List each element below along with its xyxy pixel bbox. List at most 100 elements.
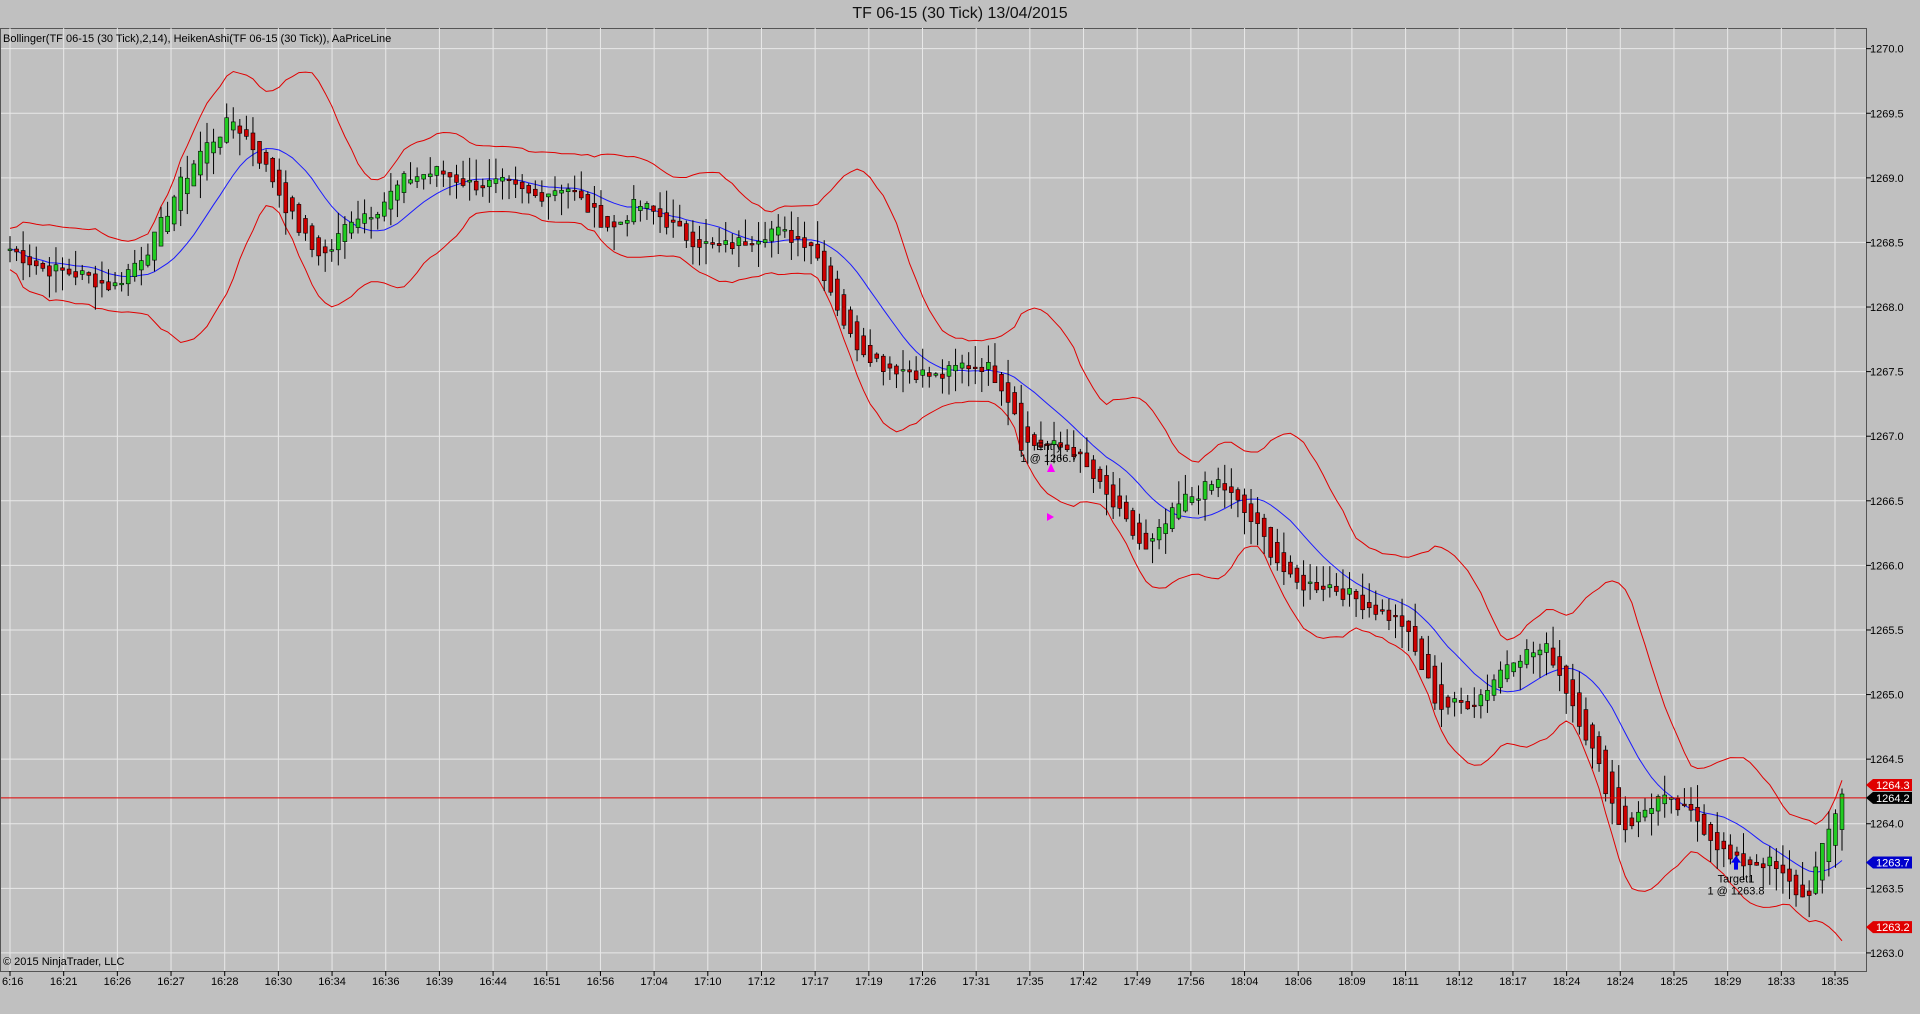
candle-body bbox=[7, 248, 13, 251]
candle bbox=[618, 221, 623, 225]
y-tick-label: 1270.0 bbox=[1870, 44, 1904, 56]
candle-body bbox=[1281, 552, 1287, 573]
candle-body bbox=[106, 281, 111, 291]
candle-body bbox=[1064, 444, 1070, 451]
candle bbox=[1130, 507, 1136, 540]
candle-body bbox=[966, 365, 971, 370]
candle-body bbox=[624, 220, 630, 224]
candle-body bbox=[815, 243, 820, 259]
candle-body bbox=[1721, 840, 1727, 850]
candle-body bbox=[651, 205, 656, 212]
candle-body bbox=[237, 125, 243, 134]
candle-body bbox=[1137, 522, 1142, 544]
candle-body bbox=[362, 213, 367, 224]
candle-body bbox=[1623, 805, 1628, 831]
x-tick-label: 16:21 bbox=[50, 976, 78, 988]
x-tick-label: 16:34 bbox=[318, 976, 346, 988]
y-tick-label: 1268.5 bbox=[1870, 237, 1904, 249]
candle-body bbox=[644, 203, 650, 209]
candle-body bbox=[1222, 483, 1228, 491]
candle-body bbox=[434, 166, 440, 176]
x-tick-label: 18:35 bbox=[1821, 976, 1849, 988]
candle-body bbox=[1472, 704, 1477, 707]
candle-body bbox=[421, 174, 426, 180]
x-tick-label: 17:42 bbox=[1070, 976, 1098, 988]
price-marker: 1263.2 bbox=[1866, 921, 1912, 934]
candle-body bbox=[1780, 864, 1786, 874]
candle-body bbox=[14, 248, 19, 253]
candle-body bbox=[1787, 868, 1792, 882]
candle-body bbox=[657, 208, 663, 218]
candle-body bbox=[1012, 392, 1017, 415]
candle-body bbox=[53, 264, 59, 272]
candle-body bbox=[867, 345, 873, 363]
candle-body bbox=[1485, 689, 1490, 701]
candle-body bbox=[185, 177, 190, 195]
candle-body bbox=[388, 190, 394, 210]
candle-body bbox=[1734, 851, 1740, 856]
candle-body bbox=[1570, 679, 1576, 707]
candle-body bbox=[611, 221, 617, 228]
candle-body bbox=[940, 373, 945, 379]
candle-body bbox=[1741, 853, 1746, 867]
candle-body bbox=[47, 265, 52, 277]
x-tick-label: 17:10 bbox=[694, 976, 722, 988]
candle-body bbox=[473, 180, 479, 191]
candle bbox=[841, 288, 847, 330]
candle-body bbox=[230, 121, 236, 131]
copyright-label: © 2015 NinjaTrader, LLC bbox=[3, 956, 124, 968]
x-tick-label: 18:29 bbox=[1714, 976, 1742, 988]
price-marker-label: 1264.3 bbox=[1876, 780, 1910, 792]
candle-body bbox=[1695, 806, 1700, 822]
candle-body bbox=[1406, 620, 1411, 632]
candle-body bbox=[125, 269, 131, 285]
chart-canvas[interactable]: Entry1 @ 1266.7 Target11 @ 1263.8 1270.0 1… bbox=[0, 0, 1920, 1014]
candle-body bbox=[972, 366, 978, 369]
candle-body bbox=[1229, 486, 1234, 493]
target-label: Target1 bbox=[1718, 874, 1755, 886]
candle-body bbox=[368, 217, 374, 220]
candle-body bbox=[1458, 700, 1464, 703]
candle-body bbox=[1544, 643, 1549, 653]
candle-body bbox=[283, 182, 289, 214]
candle-body bbox=[782, 229, 788, 232]
candle-body bbox=[1189, 496, 1195, 503]
candle-body bbox=[736, 237, 742, 246]
candle-body bbox=[664, 212, 669, 228]
candle-body bbox=[1373, 604, 1379, 615]
candle-body bbox=[1596, 736, 1602, 764]
x-tick-label: 17:12 bbox=[748, 976, 776, 988]
candle-body bbox=[1327, 584, 1333, 589]
candle-body bbox=[684, 223, 689, 241]
candle-body bbox=[86, 272, 92, 276]
candle-body bbox=[1104, 475, 1109, 495]
candle-body bbox=[1662, 794, 1667, 805]
y-tick-label: 1263.5 bbox=[1870, 883, 1904, 895]
candle-body bbox=[1163, 523, 1168, 534]
candle-body bbox=[198, 150, 203, 176]
y-tick-label: 1267.5 bbox=[1870, 367, 1904, 379]
x-tick-label: 18:33 bbox=[1768, 976, 1796, 988]
candle-body bbox=[775, 226, 781, 236]
candle bbox=[191, 160, 197, 187]
candle-body bbox=[270, 157, 275, 183]
candle-body bbox=[1590, 724, 1595, 749]
candle-body bbox=[1353, 591, 1359, 600]
candle-body bbox=[487, 179, 492, 188]
candle-body bbox=[132, 262, 138, 277]
x-tick-label: 17:19 bbox=[855, 976, 883, 988]
candle-body bbox=[1793, 874, 1799, 896]
candle-body bbox=[1091, 459, 1096, 479]
candle-body bbox=[1097, 468, 1103, 482]
candle-body bbox=[1307, 581, 1313, 584]
candle-body bbox=[1649, 808, 1654, 814]
candle-body bbox=[506, 178, 512, 181]
candle-body bbox=[1025, 426, 1031, 443]
candle-body bbox=[1839, 793, 1845, 830]
candle-body bbox=[992, 365, 998, 384]
candle-body bbox=[112, 282, 118, 287]
candle-body bbox=[1242, 494, 1247, 513]
candle-body bbox=[716, 243, 722, 246]
candle-body bbox=[546, 193, 551, 198]
candle-body bbox=[145, 254, 151, 266]
